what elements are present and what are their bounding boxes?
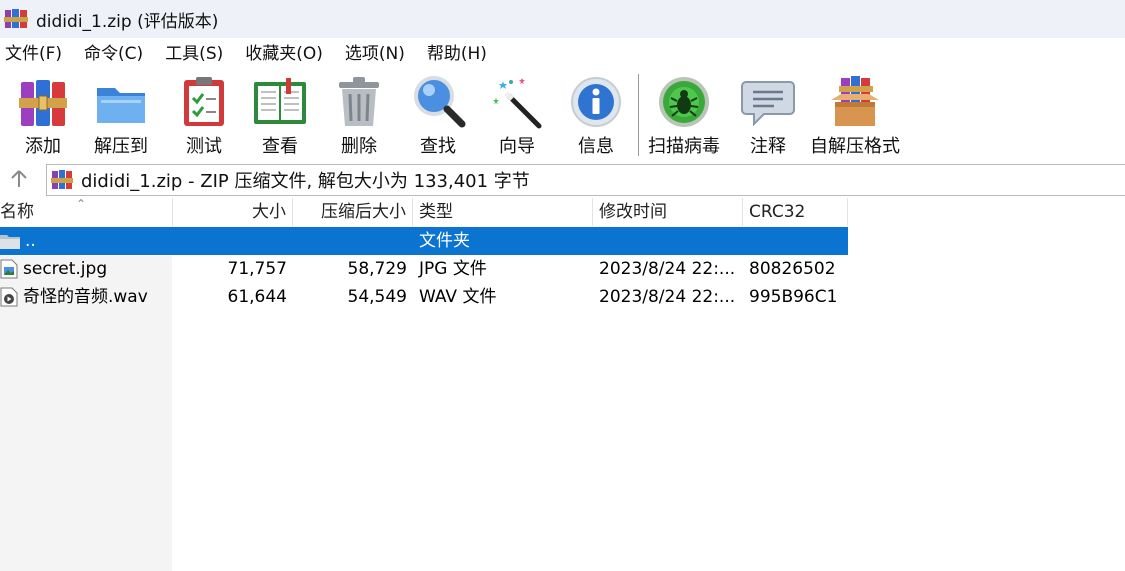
magic-wand-icon [489,74,545,130]
address-bar: dididi_1.zip - ZIP 压缩文件, 解包大小为 133,401 字… [0,162,1125,196]
address-field[interactable]: dididi_1.zip - ZIP 压缩文件, 解包大小为 133,401 字… [46,164,1125,196]
row-mtime: 2023/8/24 22:... [599,259,736,279]
find-button[interactable]: 查找 [410,74,466,158]
column-type-label: 类型 [419,202,453,222]
window-title: dididi_1.zip (评估版本) [36,11,219,32]
info-button[interactable]: 信息 [568,74,624,158]
row-mtime [593,227,743,255]
row-name-cell: 奇怪的音频.wav [0,283,173,311]
box-books-icon [827,74,883,130]
bug-scan-icon [656,74,712,130]
sfx-button[interactable]: 自解压格式 [810,74,900,158]
extract-to-label: 解压到 [94,136,148,157]
delete-button[interactable]: 删除 [331,74,387,158]
title-bar: dididi_1.zip (评估版本) [0,0,1125,38]
row-crc: 80826502 [749,259,836,279]
row-name: secret.jpg [23,259,108,279]
up-arrow-icon[interactable] [6,166,32,192]
file-list: 名称 ⌃ 大小 压缩后大小 类型 修改时间 CRC32 .. 文件夹 secre… [0,197,1125,571]
row-mtime: 2023/8/24 22:... [599,287,736,307]
row-crc [743,227,848,255]
clipboard-check-icon [176,74,232,130]
menu-file[interactable]: 文件(F) [0,40,67,68]
test-button[interactable]: 测试 [176,74,232,158]
sfx-label: 自解压格式 [810,136,900,157]
row-type: JPG 文件 [419,259,487,279]
column-packed-label: 压缩后大小 [321,202,406,222]
row-name: 奇怪的音频.wav [23,287,148,307]
view-label: 查看 [262,136,298,157]
archive-books-icon [15,74,71,130]
folder-icon [93,74,149,130]
image-file-icon [0,259,18,279]
column-mtime[interactable]: 修改时间 [593,198,743,226]
column-name-label: 名称 [0,202,34,222]
menu-tools[interactable]: 工具(S) [160,40,228,68]
address-text: dididi_1.zip - ZIP 压缩文件, 解包大小为 133,401 字… [81,171,530,192]
add-label: 添加 [25,136,61,157]
comment-label: 注释 [750,136,786,157]
row-size: 71,757 [227,259,287,279]
info-icon [568,74,624,130]
row-name-cell: .. [0,227,173,255]
zip-archive-icon [51,169,73,191]
row-packed: 58,729 [347,259,407,279]
trash-can-icon [331,74,387,130]
info-label: 信息 [578,136,614,157]
column-name[interactable]: 名称 ⌃ [0,197,173,226]
speech-bubble-icon [740,74,796,130]
table-row[interactable]: secret.jpg 71,757 58,729 JPG 文件 2023/8/2… [0,255,848,283]
audio-file-icon [0,287,18,307]
delete-label: 删除 [341,136,377,157]
row-type: WAV 文件 [419,287,497,307]
extract-to-button[interactable]: 解压到 [93,74,149,158]
table-row[interactable]: .. 文件夹 [0,227,848,255]
toolbar: 添加 解压到 测试 查看 删除 查找 向导 信息 扫描病毒 注释 自解压格式 [0,70,1125,160]
column-header: 名称 ⌃ 大小 压缩后大小 类型 修改时间 CRC32 [0,197,848,226]
comment-button[interactable]: 注释 [740,74,796,158]
folder-icon [0,231,20,251]
row-size: 61,644 [227,287,287,307]
open-book-icon [252,74,308,130]
row-name-cell: secret.jpg [0,255,173,283]
column-size-label: 大小 [252,202,286,222]
column-packed[interactable]: 压缩后大小 [293,198,413,226]
magnifier-icon [410,74,466,130]
column-size[interactable]: 大小 [173,198,293,226]
menu-help[interactable]: 帮助(H) [422,40,492,68]
menu-favorites[interactable]: 收藏夹(O) [240,40,328,68]
menu-options[interactable]: 选项(N) [340,40,410,68]
winrar-app-icon [4,8,28,30]
wizard-label: 向导 [499,136,535,157]
row-packed [293,227,413,255]
view-button[interactable]: 查看 [252,74,308,158]
row-crc: 995B96C1 [749,287,838,307]
menu-commands[interactable]: 命令(C) [79,40,148,68]
scan-virus-button[interactable]: 扫描病毒 [648,74,720,158]
add-button[interactable]: 添加 [15,74,71,158]
find-label: 查找 [420,136,456,157]
column-type[interactable]: 类型 [413,198,593,226]
test-label: 测试 [186,136,222,157]
table-row[interactable]: 奇怪的音频.wav 61,644 54,549 WAV 文件 2023/8/24… [0,283,848,311]
column-crc[interactable]: CRC32 [743,198,848,226]
scan-virus-label: 扫描病毒 [648,136,720,157]
row-type: 文件夹 [419,231,470,251]
toolbar-separator [638,74,639,156]
row-name: .. [25,231,36,251]
sort-up-icon: ⌃ [76,197,87,211]
row-packed: 54,549 [347,287,407,307]
column-crc-label: CRC32 [749,202,806,222]
column-mtime-label: 修改时间 [599,202,667,222]
row-size [173,227,293,255]
wizard-button[interactable]: 向导 [489,74,545,158]
menu-bar: 文件(F) 命令(C) 工具(S) 收藏夹(O) 选项(N) 帮助(H) [0,38,1125,70]
